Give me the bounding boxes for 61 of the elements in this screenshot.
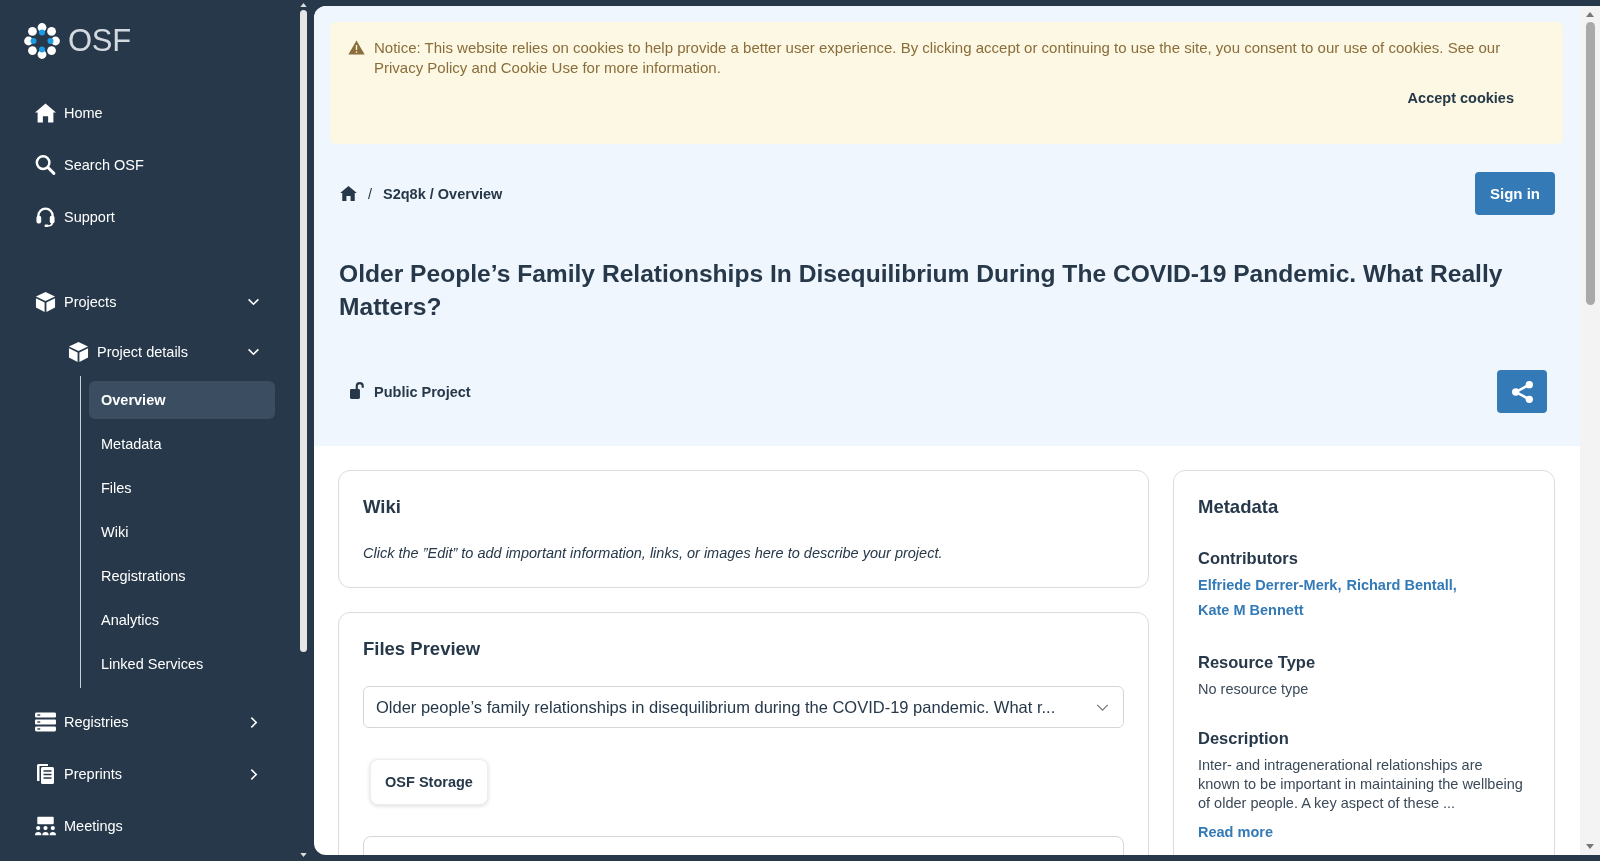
flower-logo-icon [24,23,60,59]
file-select-field[interactable]: Older people’s family relationships in disequilibrium during the COVID-19 pandemic. What r... [363,686,1124,728]
share-icon [1511,380,1533,403]
logo-text: OSF [68,23,131,59]
visibility-label: Public Project [374,383,471,400]
nav-subitem[interactable]: Overview [89,381,275,419]
headset-icon [35,207,56,227]
home-icon [340,186,357,201]
documents-icon [35,764,56,784]
project-title: Older People’s Family Relationships In Disequilibrium During The COVID-19 Pandemic. What Really Matters? [339,259,1504,322]
nav-subitem[interactable]: Registrations [89,557,275,595]
card-title: Metadata [1198,495,1280,519]
nav-subitem[interactable]: Metadata [89,425,275,463]
metadata-heading: Description [1198,728,1290,749]
nav-group[interactable]: Preprints [35,748,260,800]
nav-subitem[interactable]: Files [89,469,275,507]
share-button[interactable] [1497,370,1547,413]
osf-storage-button[interactable]: OSF Storage [370,759,488,805]
breadcrumb-home-link[interactable] [340,186,357,201]
metadata-heading: Resource Type [1198,652,1317,673]
metadata-heading: Contributors [1198,548,1299,569]
home-icon [35,103,56,123]
nav-link[interactable]: Support [35,191,260,243]
scroll-down-icon[interactable] [1586,844,1594,849]
scrollbar-thumb[interactable] [299,10,307,652]
unlocked-padlock-icon [350,381,364,399]
nav-link[interactable]: Home [35,87,260,139]
nav-link[interactable]: Meetings [35,800,260,852]
scroll-up-icon[interactable] [1586,12,1594,17]
list-icon [35,712,56,732]
nav-group[interactable]: Project details [68,328,260,376]
wiki-empty-text: Click the ”Edit” to add important information, links, or images here to describe your project. [363,544,944,563]
nav-subitem[interactable]: Wiki [89,513,275,551]
breadcrumb-current: S2q8k / Overview [383,185,503,202]
scrollbar-thumb[interactable] [1585,22,1595,305]
scrollbar[interactable] [1580,6,1600,855]
search-icon [35,155,56,175]
card-title: Wiki [363,495,402,519]
nav-link[interactable]: Search OSF [35,139,260,191]
scroll-down-icon[interactable] [299,853,307,857]
cube-icon [68,342,89,362]
cookie-notice-text: Notice: This website relies on cookies to help provide a better user experience. By clicking accept or continuing to use the site, you consent to our use of cookies. See our Privacy Policy and Cookie Use for more information. [374,38,1502,77]
nav-group[interactable]: Projects [35,276,260,328]
accept-cookies-button[interactable]: Accept cookies [1395,80,1526,116]
warning-icon [348,40,365,55]
contributor-link[interactable]: Richard Bentall, [1346,573,1457,598]
breadcrumb-separator: / [368,185,373,202]
contributor-link[interactable]: Kate M Bennett [1198,598,1304,623]
chevron-down-icon [1096,703,1109,711]
people-icon [35,816,56,836]
scroll-up-icon[interactable] [299,3,307,7]
card-title: Files Preview [363,637,482,661]
metadata-value: Inter- and intragenerational relationships are known to be important in maintaining the wellbeing of older people. A key aspect of these ... [1198,756,1524,813]
sign-in-button[interactable]: Sign in [1475,172,1555,215]
nav-subitem[interactable]: Linked Services [89,645,275,683]
read-more-link[interactable]: Read more [1198,823,1273,842]
nav-group[interactable]: Registries [35,696,260,748]
cube-icon [35,292,56,312]
contributor-link[interactable]: Elfriede Derrer-Merk, [1198,573,1342,598]
nav-subitem[interactable]: Analytics [89,601,275,639]
metadata-value: No resource type [1198,680,1310,699]
